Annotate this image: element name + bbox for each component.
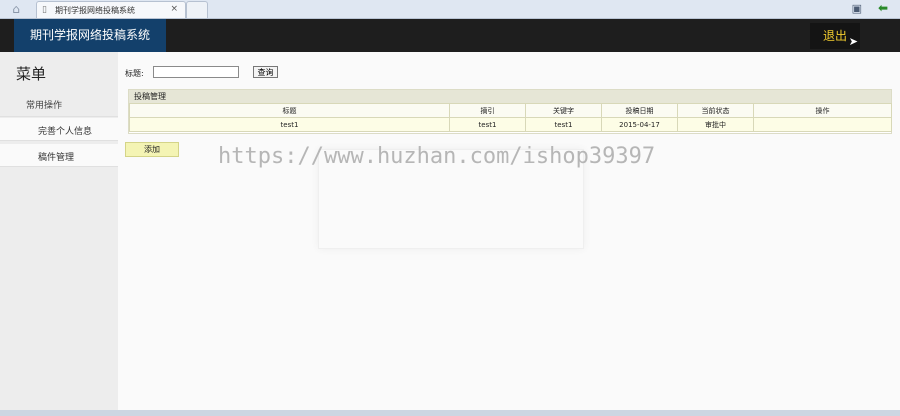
column-header-status: 当前状态: [677, 103, 754, 118]
add-button[interactable]: 添加: [125, 142, 179, 157]
menu-title: 菜单: [16, 65, 47, 83]
cell-actions[interactable]: [753, 117, 892, 132]
sidebar-item-label: 完善个人信息: [38, 127, 93, 137]
close-icon[interactable]: ×: [170, 4, 178, 14]
app-header: 期刊学报网络投稿系统 退出 ➤: [0, 19, 900, 52]
browser-tab[interactable]: ▯ 期刊学报网络投稿系统 ×: [36, 1, 186, 18]
cell-date: 2015-04-17: [601, 117, 678, 132]
cell-abstract: test1: [449, 117, 526, 132]
submission-table: 标题 摘引 关键字 投稿日期 当前状态 操作 test1 test1 test1…: [129, 103, 892, 132]
cell-title: test1: [129, 117, 450, 132]
sidebar-item-label: 稿件管理: [38, 153, 75, 163]
menu-group-common[interactable]: 常用操作: [0, 92, 118, 117]
table-row[interactable]: test1 test1 test1 2015-04-17 审批中: [129, 117, 892, 132]
new-tab-button[interactable]: [186, 1, 208, 18]
status-bar: [0, 410, 900, 416]
submission-panel: 投稿管理 标题 摘引 关键字 投稿日期 当前状态 操作 test1 test1 …: [128, 89, 892, 134]
column-header-title: 标题: [129, 103, 450, 118]
sidebar-item-profile[interactable]: 完善个人信息: [0, 118, 118, 141]
save-icon[interactable]: ▣: [852, 2, 862, 15]
browser-tab-strip: ⌂ ▯ 期刊学报网络投稿系统 × ▣ ⬅: [0, 0, 900, 19]
back-arrow-icon[interactable]: ⬅: [878, 1, 888, 15]
column-header-date: 投稿日期: [601, 103, 678, 118]
menu-group-label: 常用操作: [26, 101, 63, 111]
document-icon: ▯: [42, 5, 47, 15]
sidebar: 菜单 常用操作 完善个人信息 稿件管理: [0, 52, 118, 412]
cell-status: 审批中: [677, 117, 754, 132]
column-header-keywords: 关键字: [525, 103, 602, 118]
watermark-text: https://www.huzhan.com/ishop39397: [218, 144, 656, 169]
table-header-row: 标题 摘引 关键字 投稿日期 当前状态 操作: [129, 103, 892, 118]
column-header-actions: 操作: [753, 103, 892, 118]
title-search-input[interactable]: [153, 66, 239, 78]
panel-title: 投稿管理: [129, 90, 891, 103]
sidebar-item-manuscripts[interactable]: 稿件管理: [0, 144, 118, 167]
main-content: 标题: 查询 投稿管理 标题 摘引 关键字 投稿日期 当前状态 操作 test1…: [118, 52, 900, 412]
browser-tab-title: 期刊学报网络投稿系统: [55, 6, 135, 15]
mouse-cursor-icon: ➤: [848, 35, 858, 48]
search-button[interactable]: 查询: [253, 66, 278, 78]
column-header-abstract: 摘引: [449, 103, 526, 118]
home-icon[interactable]: ⌂: [4, 2, 28, 16]
cell-keywords: test1: [525, 117, 602, 132]
search-label: 标题:: [125, 69, 144, 78]
app-title: 期刊学报网络投稿系统: [14, 19, 166, 52]
